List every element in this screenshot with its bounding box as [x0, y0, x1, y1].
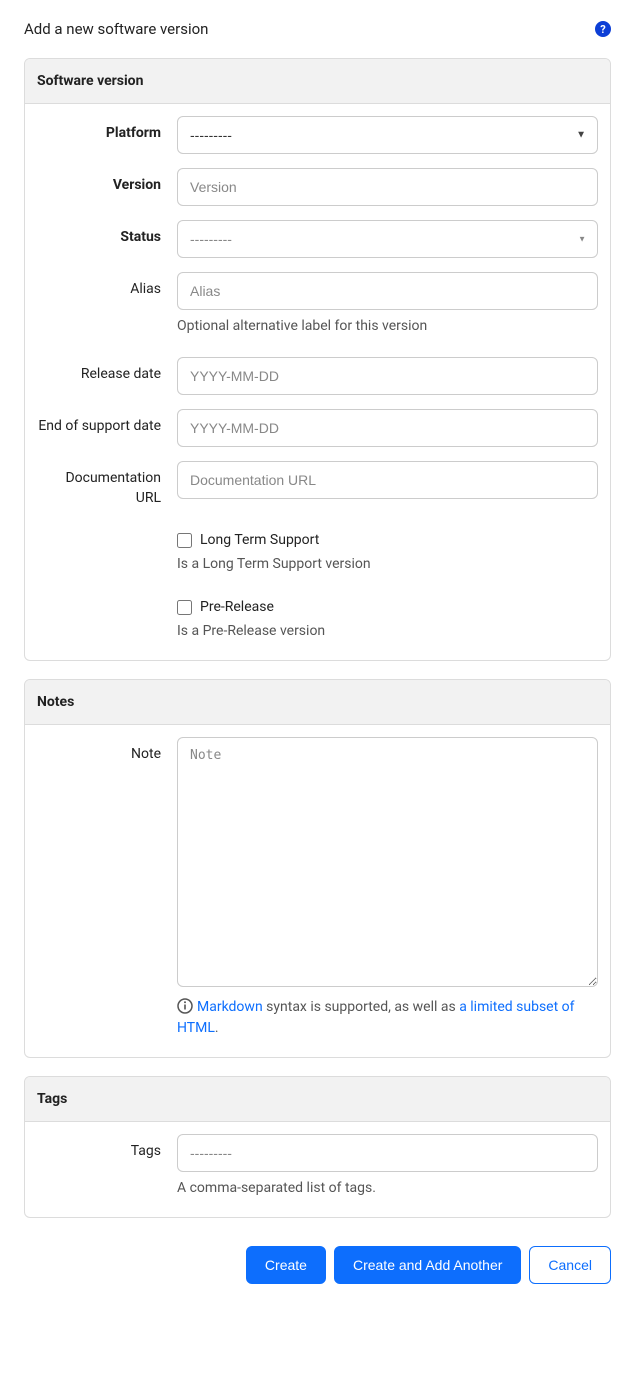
status-label: Status: [37, 220, 177, 248]
cancel-button[interactable]: Cancel: [529, 1246, 611, 1284]
panel-software-version: Software version Platform --------- ▼ Ve…: [24, 58, 611, 661]
doc-url-label: Documentation URL: [37, 461, 177, 508]
prerelease-help: Is a Pre-Release version: [177, 621, 598, 642]
platform-label: Platform: [37, 116, 177, 144]
end-of-support-label: End of support date: [37, 409, 177, 437]
prerelease-label: Pre-Release: [200, 599, 274, 615]
markdown-link[interactable]: Markdown: [197, 999, 263, 1015]
release-date-input[interactable]: [177, 357, 598, 395]
release-date-label: Release date: [37, 357, 177, 385]
lts-help: Is a Long Term Support version: [177, 554, 598, 575]
tags-help: A comma-separated list of tags.: [177, 1178, 598, 1199]
info-icon: [177, 998, 193, 1014]
platform-select[interactable]: ---------: [177, 116, 598, 154]
status-select[interactable]: ---------: [177, 220, 598, 258]
lts-checkbox[interactable]: [177, 533, 192, 548]
note-textarea[interactable]: [177, 737, 598, 987]
create-button[interactable]: Create: [246, 1246, 326, 1284]
alias-label: Alias: [37, 272, 177, 300]
note-label: Note: [37, 737, 177, 765]
alias-help: Optional alternative label for this vers…: [177, 316, 598, 337]
panel-notes: Notes Note Markdown syntax is supported,…: [24, 679, 611, 1058]
version-input[interactable]: [177, 168, 598, 206]
doc-url-input[interactable]: [177, 461, 598, 499]
panel-heading: Notes: [25, 680, 610, 725]
spacer-label: [37, 599, 177, 607]
note-help: Markdown syntax is supported, as well as…: [177, 997, 598, 1039]
help-icon[interactable]: ?: [595, 21, 611, 37]
spacer-label: [37, 532, 177, 540]
alias-input[interactable]: [177, 272, 598, 310]
panel-heading: Tags: [25, 1077, 610, 1122]
panel-heading: Software version: [25, 59, 610, 104]
prerelease-checkbox[interactable]: [177, 600, 192, 615]
create-add-another-button[interactable]: Create and Add Another: [334, 1246, 521, 1284]
tags-label: Tags: [37, 1134, 177, 1162]
lts-label: Long Term Support: [200, 532, 319, 548]
end-of-support-input[interactable]: [177, 409, 598, 447]
tags-input[interactable]: [177, 1134, 598, 1172]
version-label: Version: [37, 168, 177, 196]
panel-tags: Tags Tags A comma-separated list of tags…: [24, 1076, 611, 1218]
page-title: Add a new software version: [24, 20, 208, 38]
